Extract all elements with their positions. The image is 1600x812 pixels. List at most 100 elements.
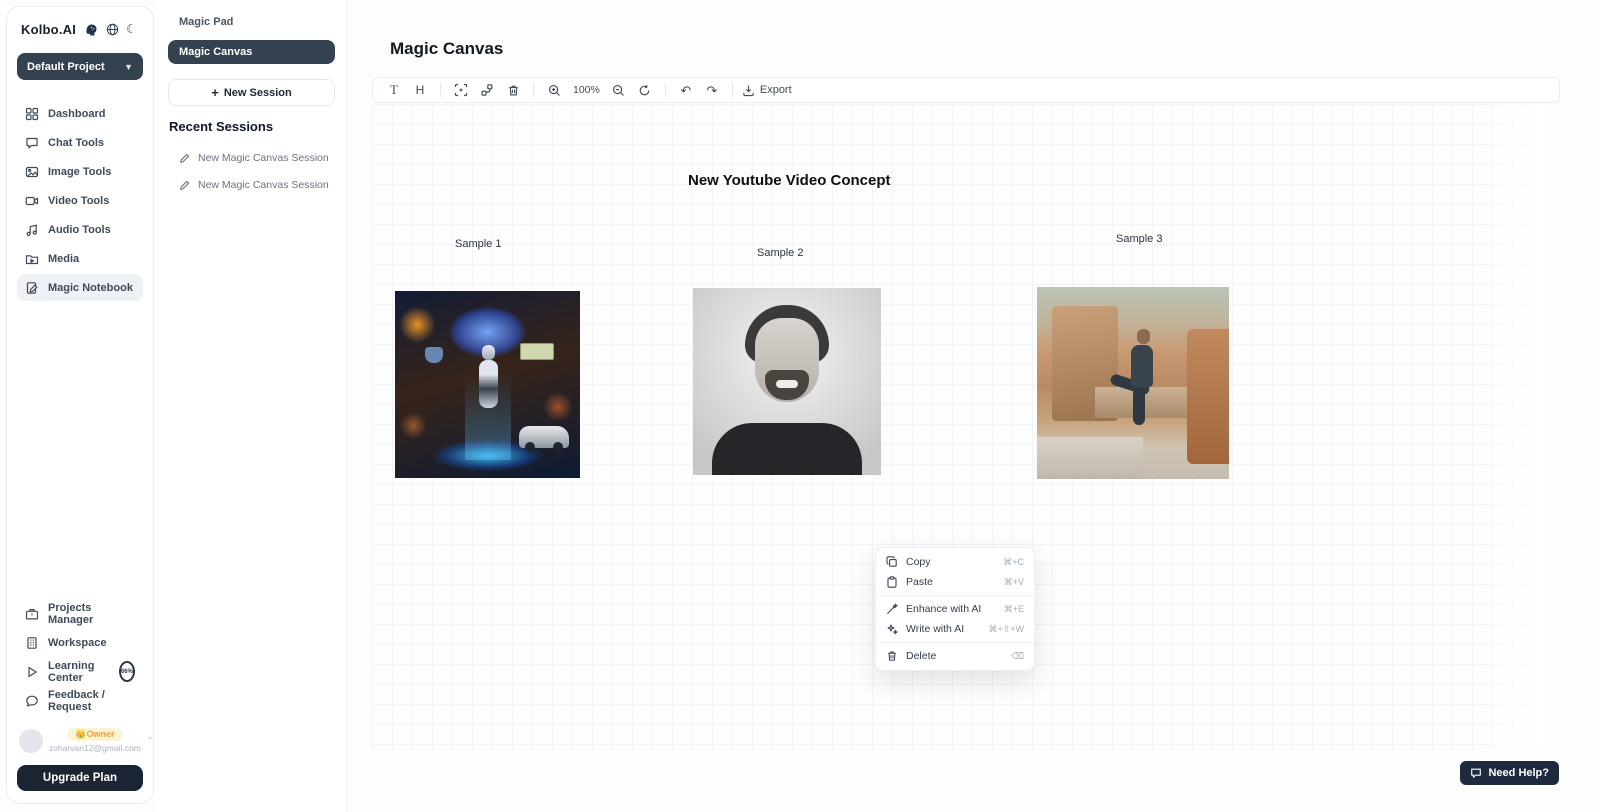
connector-tool-icon [480,83,494,97]
sidebar-item-audio-tools[interactable]: Audio Tools [17,216,143,243]
context-menu-item-label: Copy [906,556,995,568]
sidebar-item-video-tools[interactable]: Video Tools [17,187,143,214]
canvas-image-ai-robot[interactable] [395,291,580,478]
context-menu: Copy ⌘+C Paste ⌘+V Enhance with AI ⌘+E W… [875,547,1035,671]
sidebar-item-label: Image Tools [48,166,111,178]
sidebar-item-label: Chat Tools [48,137,104,149]
user-email: zoharvan12@gmail.com [49,743,141,753]
sample-2-label[interactable]: Sample 2 [757,247,803,259]
undo-icon: ↶ [680,84,691,97]
heading-tool-button[interactable]: H [409,80,431,100]
heart-graphic [425,347,443,363]
context-menu-delete[interactable]: Delete ⌫ [876,646,1034,666]
text-tool-button[interactable]: T [383,80,405,100]
upgrade-plan-button[interactable]: Upgrade Plan [17,765,143,791]
sidebar-item-feedback[interactable]: Feedback / Request [17,687,143,714]
need-help-button[interactable]: Need Help? [1460,761,1559,785]
sidebar-item-image-tools[interactable]: Image Tools [17,158,143,185]
language-globe-icon[interactable] [106,23,119,36]
toolbar-divider [533,83,534,98]
shortcut-hint: ⌘+C [1003,557,1024,568]
menu-divider [876,642,1034,643]
plus-icon: + [211,85,219,100]
brand-logo: Kolbo.AI [21,22,76,37]
zoom-in-button[interactable] [543,80,565,100]
shortcut-hint: ⌘+E [1004,604,1024,615]
shortcut-hint: ⌫ [1011,651,1024,662]
chevron-icon: ⌃ [147,736,154,745]
sidebar-item-dashboard[interactable]: Dashboard [17,100,143,127]
chat-icon [25,136,39,150]
notebook-icon [25,281,39,295]
export-label: Export [760,84,792,96]
pencil-icon [179,179,191,191]
context-menu-item-label: Paste [906,576,996,588]
sidebar-item-magic-notebook[interactable]: Magic Notebook [17,274,143,301]
session-item-label: New Magic Canvas Session [198,179,329,191]
sidebar-item-label: Audio Tools [48,224,111,236]
undo-button[interactable]: ↶ [675,80,697,100]
panel-item-magic-pad[interactable]: Magic Pad [179,16,233,28]
project-selector[interactable]: Default Project ▼ [17,53,143,80]
avatar [19,729,43,753]
canvas-image-ruins[interactable] [1037,287,1229,479]
sidebar-item-chat-tools[interactable]: Chat Tools [17,129,143,156]
pencil-icon [179,152,191,164]
context-menu-enhance-with-ai[interactable]: Enhance with AI ⌘+E [876,599,1034,619]
trash-icon [886,650,898,662]
dark-mode-icon[interactable]: ☾ [126,22,137,36]
reset-view-button[interactable] [634,80,656,100]
session-item[interactable]: New Magic Canvas Session [179,152,329,164]
sidebar-item-label: Video Tools [48,195,109,207]
sample-3-label[interactable]: Sample 3 [1116,233,1162,245]
delete-tool-button[interactable] [502,80,524,100]
sidebar-item-media[interactable]: Media [17,245,143,272]
app: Kolbo.AI ☾ Default Project ▼ Dashboard C… [0,0,1600,812]
car-graphic [519,426,569,448]
session-item[interactable]: New Magic Canvas Session [179,179,329,191]
robot-body [479,360,498,408]
briefcase-icon [25,607,39,621]
audio-icon [25,223,39,237]
paste-icon [886,576,898,588]
image-icon [25,165,39,179]
context-menu-write-with-ai[interactable]: Write with AI ⌘+⇧+W [876,619,1034,639]
panel-item-magic-canvas[interactable]: Magic Canvas [168,40,335,64]
zoom-out-icon [612,84,625,97]
sidebar-item-label: Dashboard [48,108,105,120]
sparkles-icon [886,623,898,635]
session-item-label: New Magic Canvas Session [198,152,329,164]
banknote-graphic [520,343,554,360]
sitting-man-head [1137,329,1150,344]
user-profile[interactable]: 👑Owner zoharvan12@gmail.com ⌃ [17,724,143,757]
select-area-button[interactable] [450,80,472,100]
sidebar: Kolbo.AI ☾ Default Project ▼ Dashboard C… [6,6,154,804]
sidebar-item-learning-center[interactable]: Learning Center 66% [17,658,143,685]
sidebar-item-projects-manager[interactable]: Projects Manager [17,600,143,627]
context-menu-paste[interactable]: Paste ⌘+V [876,572,1034,592]
canvas-image-portrait[interactable] [693,288,881,475]
export-button[interactable]: Export [742,84,792,97]
zoom-out-button[interactable] [608,80,630,100]
portrait-smile [776,380,798,388]
zoom-in-icon [548,84,561,97]
sitting-man-leg [1133,387,1145,425]
stone-path [1037,437,1143,479]
sample-1-label[interactable]: Sample 1 [455,238,501,250]
learning-progress-badge: 66% [119,661,135,682]
redo-button[interactable]: ↷ [701,80,723,100]
context-menu-copy[interactable]: Copy ⌘+C [876,552,1034,572]
media-icon [25,252,39,266]
canvas-heading[interactable]: New Youtube Video Concept [688,172,891,189]
new-session-label: New Session [224,87,292,99]
help-chat-icon [1470,767,1482,779]
enhance-icon [886,603,898,615]
context-menu-item-label: Write with AI [906,623,980,635]
context-menu-item-label: Enhance with AI [906,603,996,615]
new-session-button[interactable]: + New Session [168,79,335,106]
project-selector-label: Default Project [27,61,105,73]
sidebar-item-workspace[interactable]: Workspace [17,629,143,656]
shortcut-hint: ⌘+⇧+W [988,624,1024,635]
play-icon [25,665,39,679]
connector-tool-button[interactable] [476,80,498,100]
